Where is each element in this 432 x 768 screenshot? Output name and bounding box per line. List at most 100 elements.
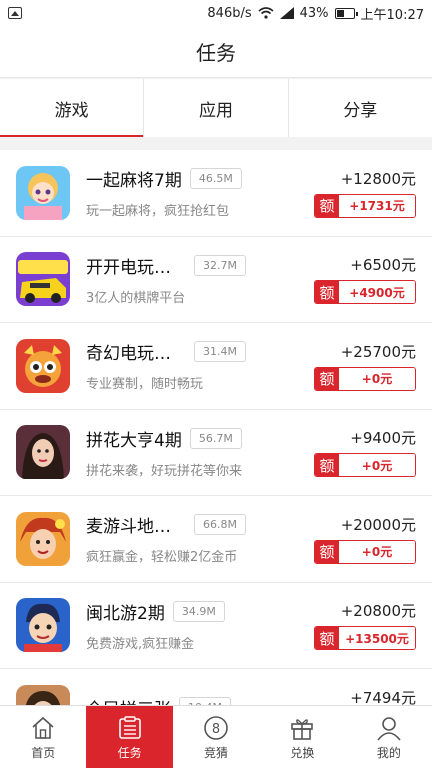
signal-icon (279, 7, 294, 19)
reward-amount: +25700元 (340, 342, 416, 361)
task-item[interactable]: 闽北游2期 34.9M 免费游戏,疯狂赚金 +20800元 额 +13500元 (0, 583, 432, 669)
clock: 上午10:27 (360, 7, 424, 23)
nav-label: 任务 (117, 745, 142, 760)
game-thumbnail (16, 598, 70, 653)
quota-value: +4900元 (339, 281, 415, 304)
game-thumbnail (16, 425, 70, 480)
tab-share[interactable]: 分享 (289, 79, 432, 137)
task-item[interactable]: 麦游斗地主... 66.8M 疯狂赢金，轻松赚2亿金币 +20000元 额 +0… (0, 496, 432, 583)
task-item[interactable]: 开开电玩城... 32.7M 3亿人的棋牌平台 +6500元 额 +4900元 (0, 237, 432, 323)
app-root: 846b/s 43% 上午10:27 任务 游戏 应用 分享 一起麻将7期 46… (0, 0, 432, 768)
task-title-row: 一起麻将7期 46.5M (86, 166, 312, 191)
reward-amount: +20800元 (340, 602, 416, 621)
task-title-row: 麦游斗地主... 66.8M (86, 512, 312, 537)
task-description: 拼花来袭，好玩拼花等你来 (86, 463, 243, 479)
task-description: 3亿人的棋牌平台 (86, 290, 186, 306)
status-bar: 846b/s 43% 上午10:27 (0, 0, 432, 26)
nav-label: 我的 (376, 745, 401, 760)
quota-tag: 额 (315, 281, 339, 304)
task-info: 全民拼三张 10.4M (86, 695, 312, 705)
task-info: 一起麻将7期 46.5M 玩一起麻将，疯狂抢红包 (86, 166, 312, 219)
task-info: 拼花大亨4期 56.7M 拼花来袭，好玩拼花等你来 (86, 426, 312, 479)
nav-home[interactable]: 首页 (0, 706, 86, 768)
task-item[interactable]: 拼花大亨4期 56.7M 拼花来袭，好玩拼花等你来 +9400元 额 +0元 (0, 410, 432, 496)
battery-icon (334, 7, 358, 19)
task-name: 闽北游2期 (86, 603, 165, 624)
task-list: 一起麻将7期 46.5M 玩一起麻将，疯狂抢红包 +12800元 额 +1731… (0, 150, 432, 705)
task-name: 拼花大亨4期 (86, 430, 182, 451)
task-name: 全民拼三张 (86, 695, 171, 705)
reward-amount: +6500元 (350, 256, 416, 275)
tab-games[interactable]: 游戏 (0, 79, 145, 137)
gallery-notification-icon (8, 7, 22, 19)
quota-badge: 额 +1731元 (314, 193, 416, 218)
reward-block: +9400元 额 +0元 (312, 427, 416, 478)
file-size-badge: 56.7M (189, 427, 242, 449)
wifi-icon (258, 7, 274, 19)
reward-block: +12800元 额 +1731元 (312, 168, 416, 218)
battery-percent: 43% (299, 5, 329, 21)
file-size-badge: 34.9M (172, 600, 225, 622)
task-description: 专业赛制，随时畅玩 (86, 377, 204, 393)
quiz-icon: 8 (204, 715, 228, 740)
task-info: 麦游斗地主... 66.8M 疯狂赢金，轻松赚2亿金币 (86, 512, 312, 565)
file-size-badge: 10.4M (179, 696, 231, 705)
quota-value: +0元 (339, 540, 415, 563)
quota-badge: 额 +13500元 (314, 626, 416, 651)
task-item[interactable]: 一起麻将7期 46.5M 玩一起麻将，疯狂抢红包 +12800元 额 +1731… (0, 150, 432, 237)
gift-icon (291, 718, 314, 740)
nav-label: 首页 (31, 745, 56, 760)
game-thumbnail (16, 165, 70, 220)
task-info: 开开电玩城... 32.7M 3亿人的棋牌平台 (86, 253, 312, 306)
category-tabs: 游戏 应用 分享 (0, 79, 432, 137)
task-item[interactable]: 奇幻电玩城... 31.4M 专业赛制，随时畅玩 +25700元 额 +0元 (0, 323, 432, 410)
nav-tasks[interactable]: 任务 (86, 706, 173, 768)
network-speed: 846b/s (207, 5, 252, 21)
reward-block: +6500元 额 +4900元 (312, 254, 416, 305)
file-size-badge: 46.5M (189, 168, 242, 190)
reward-block: +7494元 额 (312, 687, 416, 705)
task-title-row: 奇幻电玩城... 31.4M (86, 339, 312, 364)
quota-value: +1731元 (339, 194, 415, 217)
task-info: 闽北游2期 34.9M 免费游戏,疯狂赚金 (86, 599, 312, 652)
task-title-row: 闽北游2期 34.9M (86, 599, 312, 624)
file-size-badge: 31.4M (194, 341, 246, 363)
reward-block: +20000元 额 +0元 (312, 514, 416, 564)
nav-quiz[interactable]: 8 竞猜 (173, 706, 259, 768)
status-left (8, 7, 207, 19)
nav-mine[interactable]: 我的 (346, 706, 432, 768)
nav-label: 竞猜 (204, 745, 229, 760)
quota-badge: 额 +4900元 (314, 280, 416, 305)
svg-text:8: 8 (212, 722, 220, 737)
task-item[interactable]: 全民拼三张 10.4M +7494元 额 (0, 669, 432, 705)
reward-block: +20800元 额 +13500元 (312, 600, 416, 651)
game-thumbnail (16, 338, 70, 393)
nav-exchange[interactable]: 兑换 (259, 706, 345, 768)
page-title: 任务 (0, 26, 432, 78)
task-name: 一起麻将7期 (86, 171, 182, 192)
game-thumbnail (16, 252, 70, 307)
task-title-row: 全民拼三张 10.4M (86, 695, 312, 705)
user-icon (377, 716, 401, 741)
bottom-nav: 首页 任务 8 竞猜 兑换 我的 (0, 705, 432, 768)
status-right: 846b/s 43% 上午10:27 (207, 4, 424, 23)
task-description: 玩一起麻将，疯狂抢红包 (86, 204, 230, 220)
quota-value: +13500元 (339, 627, 415, 650)
task-title-row: 开开电玩城... 32.7M (86, 253, 312, 278)
quota-tag: 额 (315, 454, 339, 477)
task-description: 疯狂赢金，轻松赚2亿金币 (86, 550, 238, 566)
game-thumbnail (16, 684, 70, 705)
home-icon (32, 716, 54, 739)
quota-badge: 额 +0元 (314, 453, 416, 478)
reward-amount: +12800元 (340, 169, 416, 188)
file-size-badge: 66.8M (194, 514, 246, 536)
game-thumbnail (16, 511, 70, 566)
quota-tag: 额 (315, 367, 339, 390)
task-info: 奇幻电玩城... 31.4M 专业赛制，随时畅玩 (86, 339, 312, 392)
quota-tag: 额 (315, 627, 339, 650)
tab-apps[interactable]: 应用 (144, 79, 289, 137)
quota-value: +0元 (339, 367, 415, 390)
task-name: 奇幻电玩城... (86, 344, 186, 365)
task-icon (118, 715, 141, 739)
quota-badge: 额 +0元 (314, 539, 416, 564)
